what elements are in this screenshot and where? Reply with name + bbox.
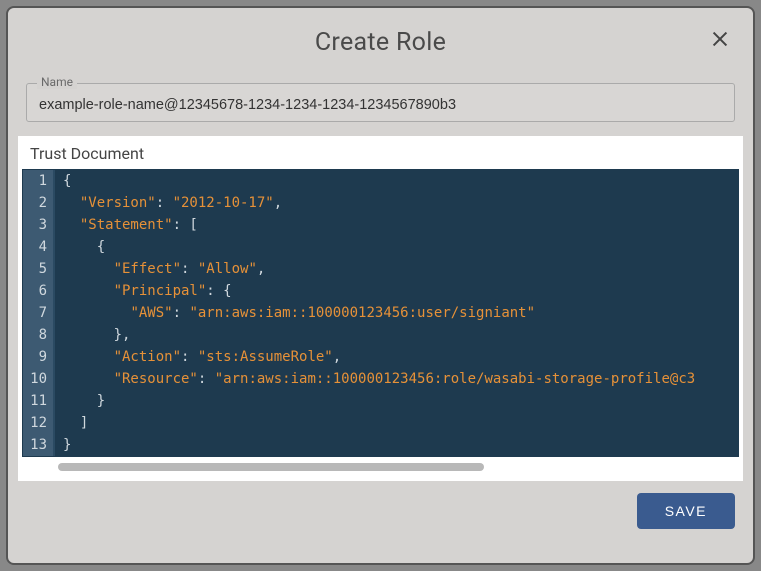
close-icon[interactable] (709, 28, 731, 50)
name-field-label: Name (37, 75, 77, 89)
modal-title: Create Role (315, 28, 446, 57)
name-field[interactable] (39, 97, 722, 113)
name-field-wrap: Name (26, 83, 735, 122)
modal-header: Create Role (18, 10, 743, 73)
create-role-modal: Create Role Name Trust Document 12345678… (18, 10, 743, 561)
code-lines[interactable]: { "Version": "2012-10-17", "Statement": … (55, 170, 738, 456)
save-button[interactable]: SAVE (637, 493, 735, 529)
horizontal-scrollbar[interactable] (58, 461, 703, 473)
scrollbar-thumb[interactable] (58, 463, 484, 471)
code-gutter: 12345678910111213 (23, 170, 55, 456)
trust-document-heading: Trust Document (22, 140, 739, 169)
code-area[interactable]: 12345678910111213 { "Version": "2012-10-… (22, 169, 739, 457)
modal-footer: SAVE (18, 481, 743, 529)
trust-document-editor: Trust Document 12345678910111213 { "Vers… (18, 136, 743, 481)
